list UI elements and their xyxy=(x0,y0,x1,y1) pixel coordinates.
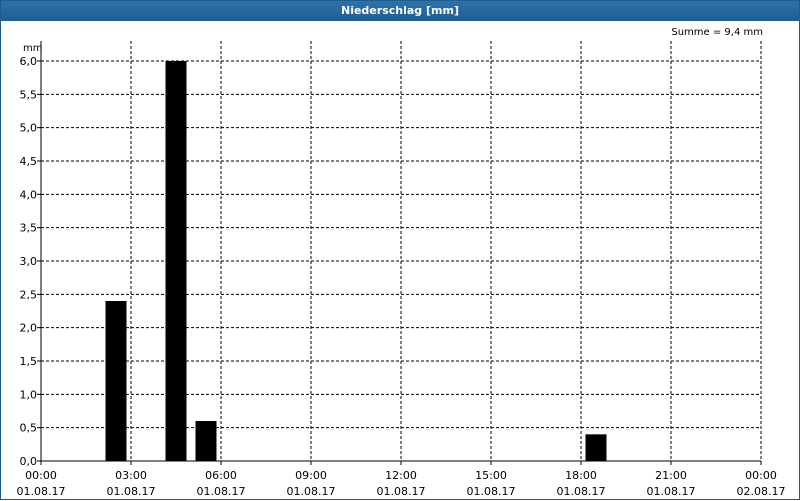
y-tick-label: 2,5 xyxy=(20,288,38,301)
x-tick-date-label: 01.08.17 xyxy=(197,485,246,498)
precipitation-bar xyxy=(165,61,187,461)
y-tick-label: 0,5 xyxy=(20,422,38,435)
y-tick-label: 5,5 xyxy=(20,88,38,101)
x-tick-time-label: 09:00 xyxy=(295,469,327,482)
precipitation-bar xyxy=(195,421,217,461)
y-tick-label: 4,5 xyxy=(20,155,38,168)
x-tick-time-label: 00:00 xyxy=(745,469,777,482)
x-tick-time-label: 18:00 xyxy=(565,469,597,482)
x-tick-time-label: 12:00 xyxy=(385,469,417,482)
chart-window: Niederschlag [mm] Summe = 9,4 mm mm 0,0 0… xyxy=(0,0,800,500)
x-tick-time-label: 21:00 xyxy=(655,469,687,482)
x-tick-time-label: 00:00 xyxy=(25,469,57,482)
y-tick-label: 1,0 xyxy=(20,388,38,401)
y-tick-label: 0,0 xyxy=(20,455,38,468)
precipitation-bar xyxy=(585,434,607,461)
y-tick-label: 3,5 xyxy=(20,222,38,235)
precipitation-bar xyxy=(105,301,127,461)
x-tick-time-label: 15:00 xyxy=(475,469,507,482)
x-tick-date-label: 01.08.17 xyxy=(287,485,336,498)
y-tick-label: 6,0 xyxy=(20,55,38,68)
x-tick-date-label: 01.08.17 xyxy=(647,485,696,498)
y-tick-label: 5,0 xyxy=(20,122,38,135)
x-tick-date-label: 01.08.17 xyxy=(467,485,516,498)
x-tick-date-label: 01.08.17 xyxy=(107,485,156,498)
y-tick-label: 4,0 xyxy=(20,188,38,201)
precipitation-chart: mm 0,0 0,5 1,0 1,5 2,0 2,5 3,0 3,5 4,0 4,5 5,0 5,5 6… xyxy=(17,41,786,498)
x-tick-date-label: 01.08.17 xyxy=(557,485,606,498)
y-tick-label: 3,0 xyxy=(20,255,38,268)
x-tick-date-label: 02.08.17 xyxy=(737,485,786,498)
x-tick-time-label: 03:00 xyxy=(115,469,147,482)
y-tick-label: 2,0 xyxy=(20,322,38,335)
x-tick-date-label: 01.08.17 xyxy=(377,485,426,498)
x-tick-date-label: 01.08.17 xyxy=(17,485,66,498)
y-axis-unit-label: mm xyxy=(23,43,42,54)
x-tick-time-label: 06:00 xyxy=(205,469,237,482)
y-tick-label: 1,5 xyxy=(20,355,38,368)
